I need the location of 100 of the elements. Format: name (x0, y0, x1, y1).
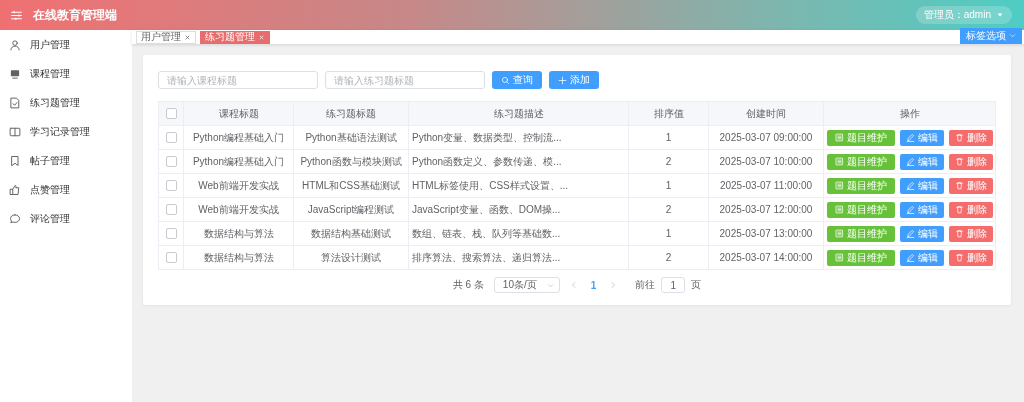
app-title: 在线教育管理端 (33, 6, 117, 24)
edit-button[interactable]: 编辑 (899, 249, 944, 266)
table-cell: 数据结构基础测试 (293, 221, 409, 246)
list-icon (834, 133, 844, 142)
delete-button[interactable]: 删除 (948, 177, 993, 194)
table-cell: 数据结构与算法 (183, 245, 294, 270)
pencil-icon (905, 253, 915, 262)
user-menu[interactable]: 管理员：admin (915, 6, 1012, 24)
chevron-down-icon (546, 281, 554, 289)
sidebar-item[interactable]: 点赞管理 (0, 175, 132, 204)
table-cell: HTML和CSS基础测试 (293, 173, 409, 198)
sidebar-item[interactable]: 课程管理 (0, 59, 132, 88)
delete-button[interactable]: 删除 (948, 225, 993, 242)
list-icon (834, 253, 844, 262)
table-cell: 算法设计测试 (293, 245, 409, 270)
caret-icon (996, 11, 1004, 19)
document-check-icon (9, 96, 21, 109)
edit-button[interactable]: 编辑 (899, 201, 944, 218)
thumbs-up-icon (9, 183, 21, 196)
table-cell: 数组、链表、栈、队列等基础数... (408, 221, 629, 246)
edit-button[interactable]: 编辑 (899, 225, 944, 242)
chevron-down-icon (1009, 32, 1016, 39)
edit-button[interactable]: 编辑 (899, 153, 944, 170)
table-cell: 1 (628, 125, 709, 150)
table-cell: 2 (628, 245, 709, 270)
table-cell: Web前端开发实战 (183, 173, 294, 198)
trash-icon (954, 181, 964, 190)
column-header: 操作 (823, 101, 996, 126)
sidebar-item[interactable]: 评论管理 (0, 204, 132, 233)
table-cell: 2 (628, 197, 709, 222)
delete-button[interactable]: 删除 (948, 201, 993, 218)
table-cell: 2025-03-07 11:00:00 (708, 173, 824, 198)
page-unit-label: 页 (691, 278, 702, 292)
column-header: 练习题标题 (293, 101, 409, 126)
table-cell: 2025-03-07 10:00:00 (708, 149, 824, 174)
sidebar-item[interactable]: 学习记录管理 (0, 117, 132, 146)
close-icon[interactable] (184, 33, 191, 41)
plus-icon (558, 75, 567, 85)
delete-button[interactable]: 删除 (948, 129, 993, 146)
pencil-icon (905, 133, 915, 142)
table-cell: HTML标签使用、CSS样式设置、... (408, 173, 629, 198)
bookmark-icon (9, 154, 21, 167)
search-button[interactable]: 查询 (492, 71, 542, 89)
maintain-button[interactable]: 题目维护 (826, 129, 895, 146)
checkbox[interactable] (165, 132, 177, 144)
search-field[interactable]: 请输入练习题标题 (325, 71, 485, 89)
pencil-icon (905, 205, 915, 214)
next-page-icon[interactable] (609, 281, 618, 289)
table-cell: Python变量、数据类型、控制流... (408, 125, 629, 150)
user-icon (9, 38, 21, 51)
jump-label: 前往 (635, 278, 656, 292)
chat-bubble-icon (9, 212, 21, 225)
table-cell: 排序算法、搜索算法、递归算法... (408, 245, 629, 270)
edit-button[interactable]: 编辑 (899, 177, 944, 194)
tab[interactable]: 用户管理 (136, 30, 196, 44)
add-button[interactable]: 添加 (549, 71, 599, 89)
table-cell: 2 (628, 149, 709, 174)
delete-button[interactable]: 删除 (948, 153, 993, 170)
sidebar-item[interactable]: 练习题管理 (0, 88, 132, 117)
maintain-button[interactable]: 题目维护 (826, 153, 895, 170)
checkbox[interactable] (165, 252, 177, 264)
search-icon (501, 75, 510, 85)
trash-icon (954, 133, 964, 142)
checkbox[interactable] (165, 228, 177, 240)
maintain-button[interactable]: 题目维护 (826, 225, 895, 242)
table-cell: 1 (628, 173, 709, 198)
table-cell: JavaScript编程测试 (293, 197, 409, 222)
monitor-icon (9, 67, 21, 80)
table-cell: 2025-03-07 09:00:00 (708, 125, 824, 150)
table-cell: 2025-03-07 13:00:00 (708, 221, 824, 246)
page-size-select[interactable]: 10条/页 (493, 277, 560, 293)
maintain-button[interactable]: 题目维护 (826, 249, 895, 266)
checkbox[interactable] (165, 180, 177, 192)
search-field[interactable]: 请输入课程标题 (158, 71, 318, 89)
menu-icon[interactable] (10, 8, 23, 22)
checkbox[interactable] (165, 204, 177, 216)
table-cell: 2025-03-07 14:00:00 (708, 245, 824, 270)
list-icon (834, 229, 844, 238)
page-jump-field[interactable]: 1 (661, 277, 686, 293)
table-cell: JavaScript变量、函数、DOM操... (408, 197, 629, 222)
sidebar-item[interactable]: 用户管理 (0, 30, 132, 59)
sidebar-item[interactable]: 帖子管理 (0, 146, 132, 175)
previous-page-icon[interactable] (569, 281, 578, 289)
table-cell: 1 (628, 221, 709, 246)
table-cell: Python编程基础入门 (183, 149, 294, 174)
pencil-icon (905, 157, 915, 166)
pencil-icon (905, 229, 915, 238)
page-number[interactable]: 1 (587, 279, 600, 291)
table-cell: Web前端开发实战 (183, 197, 294, 222)
maintain-button[interactable]: 题目维护 (826, 201, 895, 218)
total-count: 共 6 条 (452, 278, 484, 292)
tab[interactable]: 练习题管理 (200, 30, 270, 44)
table-cell: Python函数与模块测试 (293, 149, 409, 174)
maintain-button[interactable]: 题目维护 (826, 177, 895, 194)
checkbox[interactable] (165, 108, 177, 120)
delete-button[interactable]: 删除 (948, 249, 993, 266)
checkbox[interactable] (165, 156, 177, 168)
trash-icon (954, 253, 964, 262)
column-header: 练习题描述 (408, 101, 629, 126)
edit-button[interactable]: 编辑 (899, 129, 944, 146)
